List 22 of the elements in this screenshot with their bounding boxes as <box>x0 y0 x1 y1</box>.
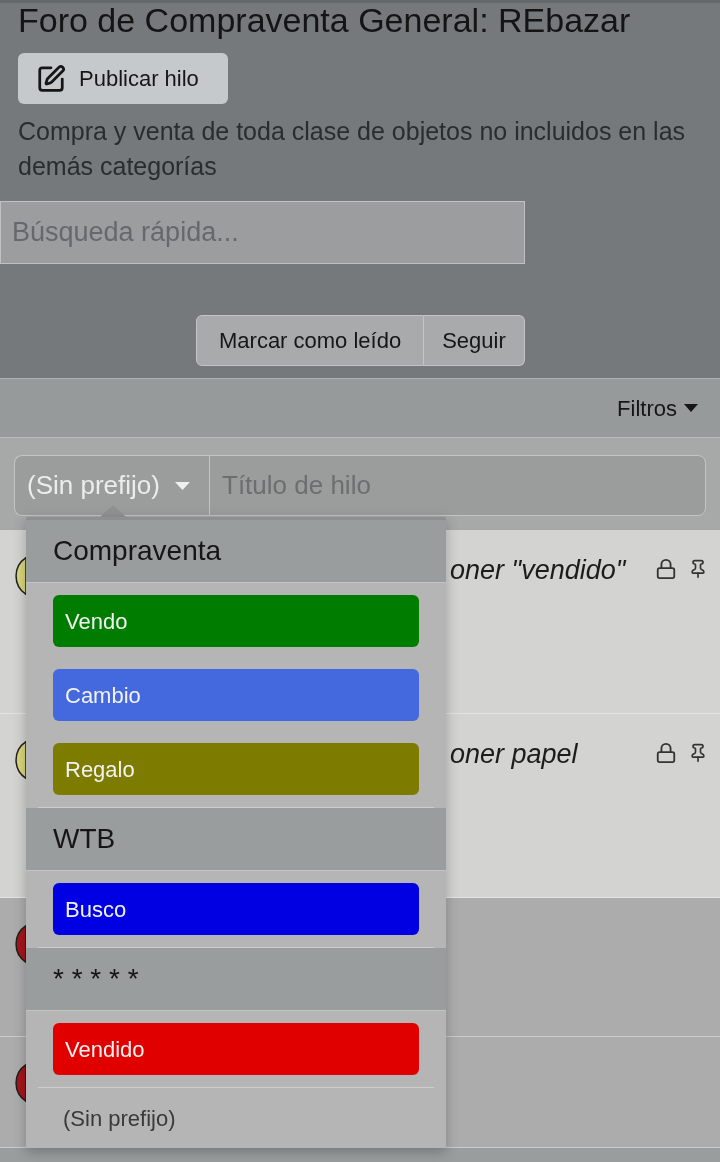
thread-title[interactable]: oner "vendido" <box>450 553 626 587</box>
edit-icon <box>36 63 66 94</box>
prefix-option[interactable]: Vendo <box>53 595 419 647</box>
pin-icon <box>688 557 708 581</box>
prefix-option[interactable]: Busco <box>53 883 419 935</box>
menu-group-header: * * * * * <box>26 948 446 1011</box>
forum-title: Foro de Compraventa General: REbazar <box>17 3 632 37</box>
filters-button[interactable]: Filtros <box>617 391 698 425</box>
prefix-option[interactable]: (Sin prefijo) <box>26 1088 446 1148</box>
action-button[interactable]: Seguir <box>424 315 525 366</box>
menu-group-header: Compraventa <box>26 520 446 583</box>
prefix-option[interactable]: Cambio <box>53 669 419 721</box>
pin-icon <box>688 741 708 765</box>
action-button[interactable]: Marcar como leído <box>196 315 425 366</box>
caret-down-icon <box>174 481 190 490</box>
prefix-option[interactable]: Regalo <box>53 743 419 795</box>
post-thread-button[interactable]: Publicar hilo <box>18 53 228 104</box>
prefix-option[interactable]: Vendido <box>53 1023 419 1075</box>
thread-title[interactable]: oner papel <box>450 737 578 771</box>
forum-description: Compra y venta de toda clase de objetos no incluidos en las demás categorías <box>17 116 687 182</box>
caret-down-icon <box>684 404 698 412</box>
menu-group-header: WTB <box>26 808 446 871</box>
